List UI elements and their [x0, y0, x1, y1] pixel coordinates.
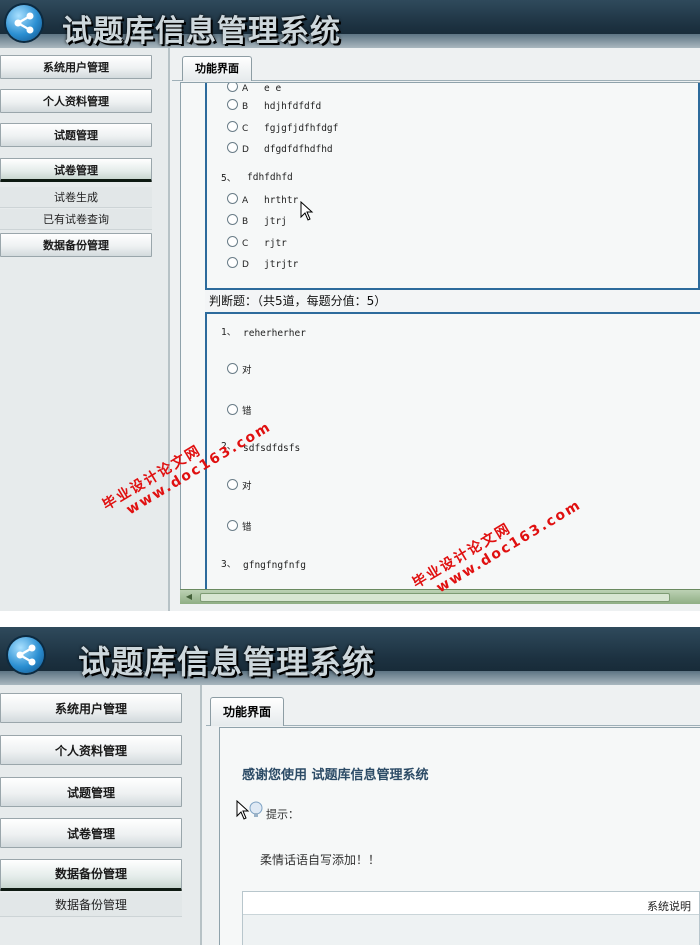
q5-option-d[interactable]: Djtrjtr: [227, 257, 298, 270]
menu-profile[interactable]: 个人资料管理: [0, 735, 182, 765]
submenu-exam-generate[interactable]: 试卷生成: [0, 187, 152, 208]
radio-icon[interactable]: [227, 404, 238, 415]
radio-icon[interactable]: [227, 121, 238, 132]
radio-icon[interactable]: [227, 363, 238, 374]
tab-bar: 功能界面: [206, 697, 700, 726]
menu-profile[interactable]: 个人资料管理: [0, 89, 152, 113]
menu-exams[interactable]: 试卷管理: [0, 818, 182, 848]
radio-icon[interactable]: [227, 99, 238, 110]
radio-icon[interactable]: [227, 520, 238, 531]
q5-option-a[interactable]: Ahrthtr: [227, 193, 298, 206]
judge-section-header: 判断题：（共5道，每题分值：5）: [205, 288, 700, 314]
system-info-box: 系统说明: [242, 891, 700, 945]
app-header: 试题库信息管理系统: [0, 627, 700, 685]
radio-icon[interactable]: [227, 83, 238, 92]
welcome-content-frame: 感谢您使用 试题库信息管理系统 提示： 柔情话语自写添加！！ 系统说明: [219, 727, 700, 945]
radio-icon[interactable]: [227, 193, 238, 204]
judge-section: 1、 reherherher 对 错 2、 sdfsdfdsfs 对 错 3、 …: [205, 314, 700, 589]
radio-icon[interactable]: [227, 236, 238, 247]
app-title: 试题库信息管理系统: [62, 14, 341, 48]
hint-label: 提示：: [266, 808, 299, 821]
menu-system-users[interactable]: 系统用户管理: [0, 55, 152, 79]
judge-q2-true[interactable]: 对: [227, 478, 252, 492]
screenshot-exam-view: 试题库信息管理系统 系统用户管理 个人资料管理 试题管理 试卷管理 试卷生成 已…: [0, 0, 700, 611]
scroll-left-icon[interactable]: ◀: [184, 592, 194, 602]
menu-system-users[interactable]: 系统用户管理: [0, 693, 182, 723]
radio-icon[interactable]: [227, 142, 238, 153]
menu-questions[interactable]: 试题管理: [0, 777, 182, 807]
q4-option-c[interactable]: Cfgjgfjdfhfdgf: [227, 121, 338, 134]
menu-backup[interactable]: 数据备份管理: [0, 859, 182, 891]
submenu-backup[interactable]: 数据备份管理: [0, 893, 182, 917]
mouse-cursor-icon: [300, 201, 314, 221]
radio-icon[interactable]: [227, 214, 238, 225]
radio-icon[interactable]: [227, 257, 238, 268]
menu-backup[interactable]: 数据备份管理: [0, 233, 152, 257]
share-logo-icon: [6, 5, 42, 41]
q5-text: fdhfdhfd: [247, 172, 293, 183]
q4-option-b[interactable]: Bhdjhfdfdfd: [227, 99, 321, 112]
exam-content-frame: Ae e Bhdjhfdfdfd Cfgjgfjdfhfdgf Ddfgdfdf…: [180, 82, 700, 589]
q4-option-d[interactable]: Ddfgdfdfhdfhd: [227, 142, 333, 155]
share-logo-icon: [8, 637, 44, 673]
judge-q1-number: 1、: [221, 327, 237, 338]
sidebar: 系统用户管理 个人资料管理 试题管理 试卷管理 数据备份管理 数据备份管理: [0, 685, 202, 945]
welcome-text: 感谢您使用 试题库信息管理系统: [242, 768, 429, 783]
menu-exams[interactable]: 试卷管理: [0, 158, 152, 182]
tab-function[interactable]: 功能界面: [182, 56, 252, 81]
sidebar: 系统用户管理 个人资料管理 试题管理 试卷管理 试卷生成 已有试卷查询 数据备份…: [0, 48, 170, 611]
judge-q1-text: reherherher: [243, 328, 306, 339]
submenu-exam-query[interactable]: 已有试卷查询: [0, 209, 152, 230]
q4-option-a[interactable]: Ae e: [227, 83, 281, 94]
app-header: 试题库信息管理系统: [0, 0, 700, 48]
q5-option-c[interactable]: Crjtr: [227, 236, 287, 249]
judge-q2-false[interactable]: 错: [227, 519, 252, 533]
q5-option-b[interactable]: Bjtrj: [227, 214, 287, 227]
tab-bar: 功能界面: [172, 56, 700, 81]
hint-bulb-icon: [236, 800, 263, 820]
judge-q1-true[interactable]: 对: [227, 362, 252, 376]
screenshot-welcome-view: 试题库信息管理系统 系统用户管理 个人资料管理 试题管理 试卷管理 数据备份管理…: [0, 627, 700, 945]
judge-q3-number: 3、: [221, 559, 237, 570]
menu-questions[interactable]: 试题管理: [0, 123, 152, 147]
tab-function[interactable]: 功能界面: [210, 697, 285, 726]
choice-section: Ae e Bhdjhfdfdfd Cfgjgfjdfhfdgf Ddfgdfdf…: [205, 83, 700, 289]
notice-text: 柔情话语自写添加！！: [260, 853, 381, 867]
system-info-title: 系统说明: [647, 900, 691, 913]
q5-number: 5、: [221, 173, 237, 184]
app-title: 试题库信息管理系统: [78, 643, 376, 681]
judge-q3-text: gfngfngfnfg: [243, 560, 306, 571]
radio-icon[interactable]: [227, 479, 238, 490]
